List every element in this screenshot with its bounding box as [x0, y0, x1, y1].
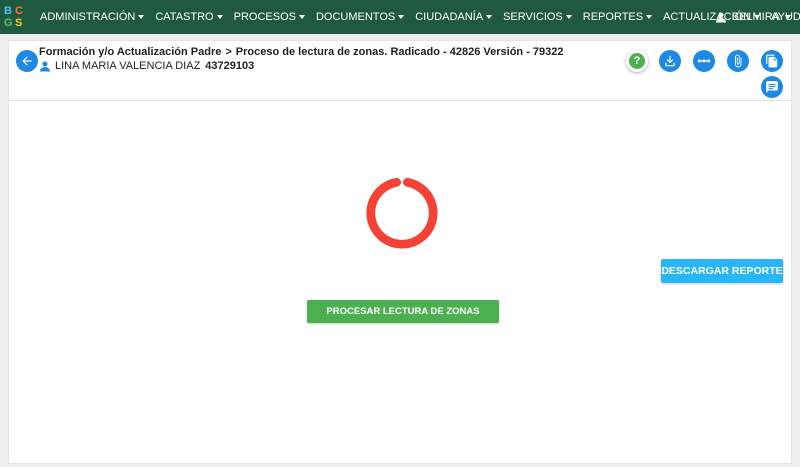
menu-ciudadania[interactable]: CIUDADANÍA — [415, 11, 503, 23]
caret-down-icon — [138, 15, 145, 19]
main-menu: ADMINISTRACIÓN CATASTRO PROCESOS DOCUMEN… — [40, 0, 800, 34]
menu-label: ADMINISTRACIÓN — [40, 11, 136, 23]
caret-down-icon — [298, 15, 305, 19]
help-button[interactable]: ? — [626, 50, 648, 72]
flow-button[interactable] — [693, 50, 715, 72]
comments-icon — [766, 81, 778, 93]
menu-catastro[interactable]: CATASTRO — [155, 11, 233, 23]
logo-letter-g: G — [4, 17, 13, 29]
menu-label: SERVICIOS — [503, 11, 563, 23]
menu-reportes[interactable]: REPORTES — [583, 11, 663, 23]
arrow-left-icon — [22, 56, 32, 66]
person-document: 43729103 — [205, 60, 255, 72]
person-name: LINA MARIA VALENCIA DIAZ — [55, 60, 201, 72]
menu-servicios[interactable]: SERVICIOS — [503, 11, 583, 23]
caret-down-icon — [646, 15, 653, 19]
breadcrumb-parent[interactable]: Formación y/o Actualización Padre — [39, 46, 221, 58]
copy-button[interactable] — [761, 50, 783, 72]
chevron-right-icon: > — [225, 46, 232, 58]
caret-down-icon — [486, 15, 493, 19]
user-menu[interactable]: BELMIRA — [715, 0, 791, 34]
menu-label: PROCESOS — [233, 11, 296, 23]
menu-label: DOCUMENTOS — [315, 11, 396, 23]
menu-label: CIUDADANÍA — [415, 11, 484, 23]
copy-icon — [766, 54, 778, 68]
back-button[interactable] — [16, 50, 38, 72]
top-navbar: B C G S ADMINISTRACIÓN CATASTRO PROCESOS… — [0, 0, 800, 34]
breadcrumb-current: Proceso de lectura de zonas. Radicado - … — [235, 46, 564, 58]
loading-spinner-icon — [366, 177, 438, 249]
flow-icon — [697, 59, 711, 63]
app-logo[interactable]: B C G S — [4, 5, 30, 31]
user-name: BELMIRA — [731, 11, 780, 23]
caret-down-icon — [216, 15, 223, 19]
download-icon — [665, 55, 675, 67]
attachment-button[interactable] — [727, 50, 749, 72]
process-zones-button[interactable]: PROCESAR LECTURA DE ZONAS — [307, 300, 499, 323]
attachment-icon — [735, 54, 742, 68]
help-icon: ? — [629, 53, 645, 69]
card-header: Formación y/o Actualización Padre > Proces… — [9, 41, 791, 101]
logo-letter-c: C — [15, 5, 23, 17]
menu-administracion[interactable]: ADMINISTRACIÓN — [40, 11, 155, 23]
logo-letter-b: B — [4, 5, 12, 17]
user-icon — [715, 12, 726, 23]
caret-down-icon — [398, 15, 405, 19]
download-report-button[interactable]: DESCARGAR REPORTE — [661, 259, 783, 283]
breadcrumb: Formación y/o Actualización Padre > Proces… — [39, 46, 564, 58]
menu-procesos[interactable]: PROCESOS — [234, 11, 316, 23]
logo-letter-s: S — [15, 17, 23, 29]
download-button[interactable] — [659, 50, 681, 72]
menu-label: CATASTRO — [155, 11, 214, 23]
caret-down-icon — [565, 15, 572, 19]
person-info: LINA MARIA VALENCIA DIAZ 43729103 — [39, 60, 254, 72]
caret-down-icon — [785, 15, 791, 19]
main-card: Formación y/o Actualización Padre > Proces… — [8, 40, 792, 464]
person-icon — [40, 61, 50, 72]
menu-label: REPORTES — [582, 11, 644, 23]
menu-documentos[interactable]: DOCUMENTOS — [316, 11, 415, 23]
comments-button[interactable] — [761, 76, 783, 98]
